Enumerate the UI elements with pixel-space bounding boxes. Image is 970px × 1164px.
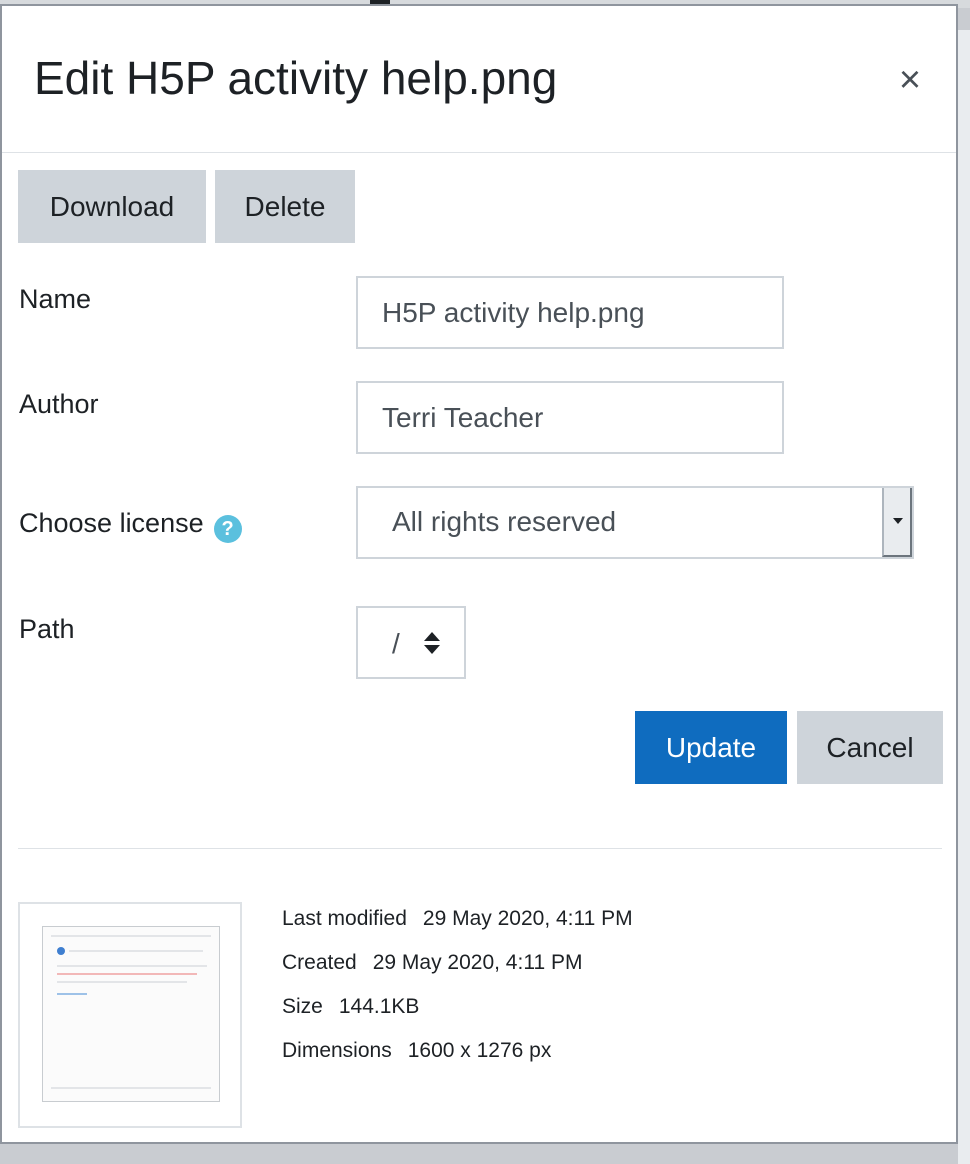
license-label: Choose license bbox=[19, 508, 204, 538]
caret-down-icon[interactable] bbox=[882, 488, 912, 557]
last-modified-row: Last modified 29 May 2020, 4:11 PM bbox=[282, 907, 633, 931]
thumbnail-image bbox=[42, 926, 220, 1102]
name-input[interactable] bbox=[356, 276, 784, 349]
path-label: Path bbox=[19, 614, 75, 644]
name-label: Name bbox=[19, 284, 92, 314]
download-button[interactable]: Download bbox=[18, 170, 206, 243]
dimensions-label: Dimensions bbox=[282, 1039, 392, 1062]
file-thumbnail bbox=[18, 902, 242, 1128]
edit-file-dialog: Edit H5P activity help.png × Download De… bbox=[0, 4, 958, 1144]
created-value: 29 May 2020, 4:11 PM bbox=[372, 951, 583, 974]
up-down-arrows-icon bbox=[424, 632, 440, 656]
section-divider bbox=[18, 848, 942, 849]
delete-button[interactable]: Delete bbox=[215, 170, 355, 243]
dimensions-value: 1600 x 1276 px bbox=[407, 1039, 552, 1062]
license-selected-value: All rights reserved bbox=[392, 506, 617, 537]
license-select[interactable]: All rights reserved bbox=[356, 486, 914, 559]
created-label: Created bbox=[282, 951, 357, 974]
help-icon[interactable]: ? bbox=[213, 515, 242, 543]
dialog-title: Edit H5P activity help.png bbox=[34, 52, 558, 104]
update-button[interactable]: Update bbox=[635, 711, 787, 784]
author-input[interactable] bbox=[356, 381, 784, 454]
path-select[interactable]: / bbox=[356, 606, 466, 679]
close-button[interactable]: × bbox=[890, 60, 930, 100]
path-selected-value: / bbox=[392, 628, 400, 659]
dimensions-row: Dimensions 1600 x 1276 px bbox=[282, 1039, 551, 1063]
size-row: Size 144.1KB bbox=[282, 995, 419, 1019]
cancel-button[interactable]: Cancel bbox=[797, 711, 943, 784]
dialog-header: Edit H5P activity help.png × bbox=[2, 6, 956, 153]
license-label-row: Choose license? bbox=[19, 508, 242, 543]
last-modified-label: Last modified bbox=[282, 907, 407, 930]
size-value: 144.1KB bbox=[338, 995, 420, 1018]
page-scrollbar[interactable] bbox=[958, 30, 970, 1164]
size-label: Size bbox=[282, 995, 323, 1018]
author-label: Author bbox=[19, 389, 99, 419]
last-modified-value: 29 May 2020, 4:11 PM bbox=[422, 907, 633, 930]
created-row: Created 29 May 2020, 4:11 PM bbox=[282, 951, 582, 975]
close-icon: × bbox=[898, 59, 922, 101]
